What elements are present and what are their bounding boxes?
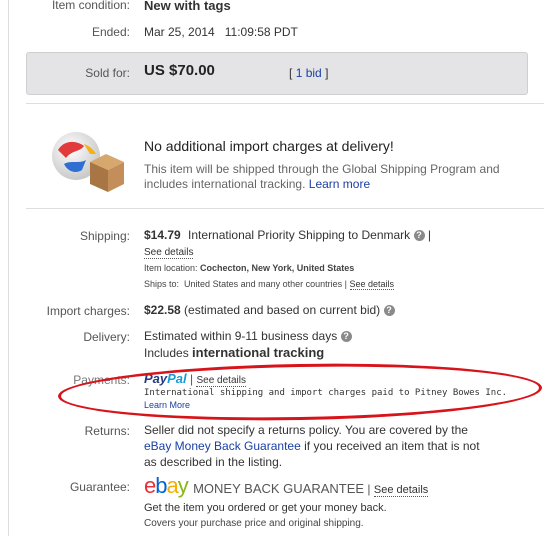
ebay-logo: ebay	[144, 473, 189, 498]
import-price: $22.58	[144, 303, 181, 317]
guarantee-line1: Get the item you ordered or get your mon…	[144, 502, 387, 514]
help-icon[interactable]: ?	[340, 331, 352, 343]
ended-label: Ended:	[91, 25, 130, 39]
tracking-text: international tracking	[192, 345, 325, 360]
ships-to: Ships to: United States and many other c…	[144, 279, 395, 290]
import-value: $22.58 (estimated and based on current b…	[144, 303, 395, 317]
shipping-label: Shipping:	[79, 229, 130, 243]
bid-history-link[interactable]: 1 bid	[296, 66, 322, 80]
ended-time: 11:09:58 PDT	[224, 25, 298, 39]
guarantee-line2: Covers your purchase price and original …	[144, 518, 364, 529]
annotation-ellipse	[57, 359, 543, 425]
shipping-value: $14.79 International Priority Shipping t…	[144, 228, 431, 242]
gsp-text: This item will be shipped through the Gl…	[144, 162, 500, 191]
returns-label: Returns:	[84, 424, 130, 438]
gsp-heading: No additional import charges at delivery…	[144, 138, 394, 154]
shipping-service: International Priority Shipping to Denma…	[188, 228, 411, 242]
delivery-label: Delivery:	[83, 330, 130, 344]
ended-date: Mar 25, 2014	[144, 25, 215, 39]
divider	[26, 103, 544, 104]
gsp-learn-more-link[interactable]: Learn more	[309, 177, 370, 191]
import-note: (estimated and based on current bid)	[184, 303, 381, 317]
shipping-see-details-link[interactable]: See details	[144, 247, 194, 259]
guarantee-label: Guarantee:	[69, 480, 130, 494]
help-icon[interactable]: ?	[383, 305, 395, 317]
import-label: Import charges:	[46, 304, 130, 318]
divider	[26, 208, 544, 209]
guarantee-see-details-link[interactable]: See details	[373, 484, 429, 497]
condition-value: New with tags	[144, 0, 231, 13]
help-icon[interactable]: ?	[413, 230, 425, 242]
shipping-see-details: See details	[144, 247, 194, 259]
item-location: Item location: Cochecton, New York, Unit…	[144, 263, 355, 273]
delivery-includes: Includes international tracking	[144, 345, 325, 360]
returns-text: Seller did not specify a returns policy.…	[144, 423, 480, 469]
guarantee-row: ebay MONEY BACK GUARANTEE | See details	[144, 473, 429, 498]
bid-count: [ 1 bid ]	[289, 66, 329, 80]
left-border	[8, 0, 9, 536]
ships-to-see-details-link[interactable]: See details	[349, 279, 395, 290]
shipping-price: $14.79	[144, 228, 181, 242]
global-shipping-icon	[52, 132, 124, 192]
condition-label: Item condition:	[51, 0, 130, 12]
sold-label: Sold for:	[85, 66, 130, 80]
sold-price: US $70.00	[144, 62, 215, 79]
ended-value: Mar 25, 2014 11:09:58 PDT	[144, 25, 298, 39]
money-back-guarantee-link[interactable]: eBay Money Back Guarantee	[144, 439, 301, 453]
delivery-estimate: Estimated within 9-11 business days ?	[144, 329, 352, 343]
guarantee-title: MONEY BACK GUARANTEE	[193, 481, 365, 496]
